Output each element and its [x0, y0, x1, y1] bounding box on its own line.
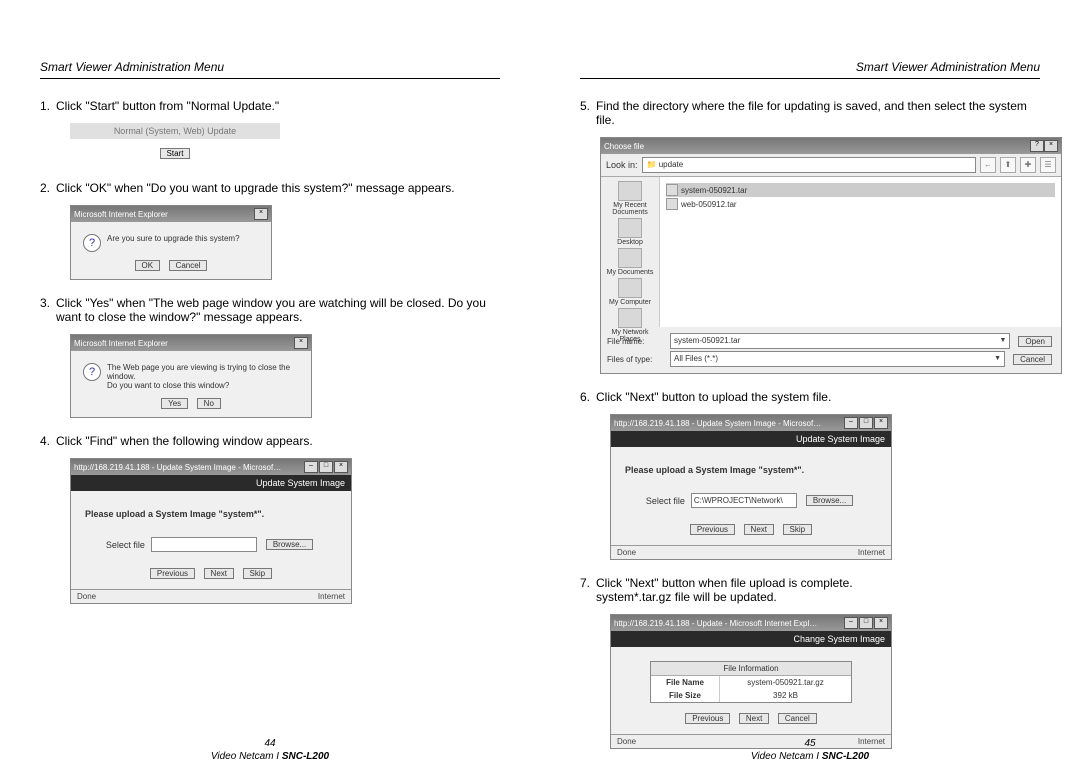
file-info-table: File Information File Namesystem-050921.… — [650, 661, 852, 703]
window-title: http://168.219.41.188 - Update - Microso… — [614, 619, 844, 628]
sidebar-recent[interactable]: My Recent Documents — [601, 181, 659, 216]
step-7: 7. Click "Next" button when file upload … — [580, 576, 1040, 604]
file-input[interactable] — [151, 537, 257, 552]
alert-title: Microsoft Internet Explorer — [74, 339, 294, 348]
file-list[interactable]: system-050921.tar web-050912.tar — [660, 177, 1061, 327]
minimize-icon[interactable]: – — [844, 617, 858, 629]
views-icon[interactable]: ☰ — [1040, 157, 1056, 173]
step-1: 1. Click "Start" button from "Normal Upd… — [40, 99, 500, 113]
skip-button[interactable]: Skip — [243, 568, 273, 579]
step-2: 2. Click "OK" when "Do you want to upgra… — [40, 181, 500, 195]
close-icon[interactable]: × — [1044, 140, 1058, 152]
filetype-dropdown[interactable]: All Files (*.*)▼ — [670, 351, 1005, 367]
places-sidebar: My Recent Documents Desktop My Documents… — [601, 177, 660, 327]
alert-title: Microsoft Internet Explorer — [74, 210, 254, 219]
close-icon[interactable]: × — [874, 417, 888, 429]
step-4: 4. Click "Find" when the following windo… — [40, 434, 500, 448]
up-icon[interactable]: ⬆ — [1000, 157, 1016, 173]
next-button[interactable]: Next — [744, 524, 774, 535]
filename-input[interactable]: system-050921.tar▼ — [670, 333, 1010, 349]
ok-button[interactable]: OK — [135, 260, 161, 271]
previous-button[interactable]: Previous — [690, 524, 735, 535]
maximize-icon[interactable]: □ — [319, 461, 333, 473]
step-3: 3. Click "Yes" when "The web page window… — [40, 296, 500, 324]
file-chooser: Choose file ? × Look in: 📁 update ← ⬆ ✚ … — [600, 137, 1062, 374]
sidebar-mycomputer[interactable]: My Computer — [609, 278, 651, 306]
previous-button[interactable]: Previous — [150, 568, 195, 579]
cancel-button[interactable]: Cancel — [169, 260, 208, 271]
skip-button[interactable]: Skip — [783, 524, 813, 535]
window-title: Choose file — [604, 142, 1030, 151]
minimize-icon[interactable]: – — [304, 461, 318, 473]
newfolder-icon[interactable]: ✚ — [1020, 157, 1036, 173]
window-title: http://168.219.41.188 - Update System Im… — [614, 419, 844, 428]
file-entry[interactable]: system-050921.tar — [666, 183, 1055, 197]
close-icon[interactable]: × — [254, 208, 268, 220]
no-button[interactable]: No — [197, 398, 221, 409]
update-window-1: http://168.219.41.188 - Update System Im… — [70, 458, 352, 604]
footer-left: 44 Video Netcam I SNC-L200 — [0, 738, 540, 762]
close-icon[interactable]: × — [334, 461, 348, 473]
update-window-2: http://168.219.41.188 - Update System Im… — [610, 414, 892, 560]
question-icon: ? — [83, 363, 101, 381]
alert-upgrade: Microsoft Internet Explorer × ? Are you … — [70, 205, 272, 280]
maximize-icon[interactable]: □ — [859, 417, 873, 429]
close-icon[interactable]: × — [294, 337, 308, 349]
status-zone: Internet — [318, 592, 345, 601]
normal-update-shot: Normal (System, Web) Update Start — [70, 123, 280, 165]
next-button[interactable]: Next — [739, 713, 769, 724]
next-button[interactable]: Next — [204, 568, 234, 579]
sidebar-mydocs[interactable]: My Documents — [607, 248, 654, 276]
alert-close-window: Microsoft Internet Explorer × ? The Web … — [70, 334, 312, 418]
file-input[interactable]: C:\WPROJECT\Network\ — [691, 493, 797, 508]
browse-button[interactable]: Browse... — [266, 539, 313, 550]
previous-button[interactable]: Previous — [685, 713, 730, 724]
minimize-icon[interactable]: – — [844, 417, 858, 429]
change-window: http://168.219.41.188 - Update - Microso… — [610, 614, 892, 749]
status-done: Done — [617, 548, 636, 557]
help-icon[interactable]: ? — [1030, 140, 1044, 152]
browse-button[interactable]: Browse... — [806, 495, 853, 506]
maximize-icon[interactable]: □ — [859, 617, 873, 629]
file-entry[interactable]: web-050912.tar — [666, 197, 1055, 211]
step-6: 6. Click "Next" button to upload the sys… — [580, 390, 1040, 404]
back-icon[interactable]: ← — [980, 157, 996, 173]
question-icon: ? — [83, 234, 101, 252]
footer-right: 45 Video Netcam I SNC-L200 — [540, 738, 1080, 762]
page-title: Smart Viewer Administration Menu — [40, 60, 500, 79]
cancel-button[interactable]: Cancel — [1013, 354, 1052, 365]
open-button[interactable]: Open — [1018, 336, 1052, 347]
close-icon[interactable]: × — [874, 617, 888, 629]
window-title: http://168.219.41.188 - Update System Im… — [74, 463, 304, 472]
cancel-button[interactable]: Cancel — [778, 713, 817, 724]
yes-button[interactable]: Yes — [161, 398, 188, 409]
step-5: 5. Find the directory where the file for… — [580, 99, 1040, 127]
page-left: Smart Viewer Administration Menu 1. Clic… — [0, 0, 540, 780]
status-done: Done — [77, 592, 96, 601]
lookin-dropdown[interactable]: 📁 update — [642, 157, 976, 173]
page-title: Smart Viewer Administration Menu — [580, 60, 1040, 79]
status-zone: Internet — [858, 548, 885, 557]
start-button[interactable]: Start — [160, 148, 191, 159]
page-right: Smart Viewer Administration Menu 5. Find… — [540, 0, 1080, 780]
sidebar-desktop[interactable]: Desktop — [617, 218, 643, 246]
